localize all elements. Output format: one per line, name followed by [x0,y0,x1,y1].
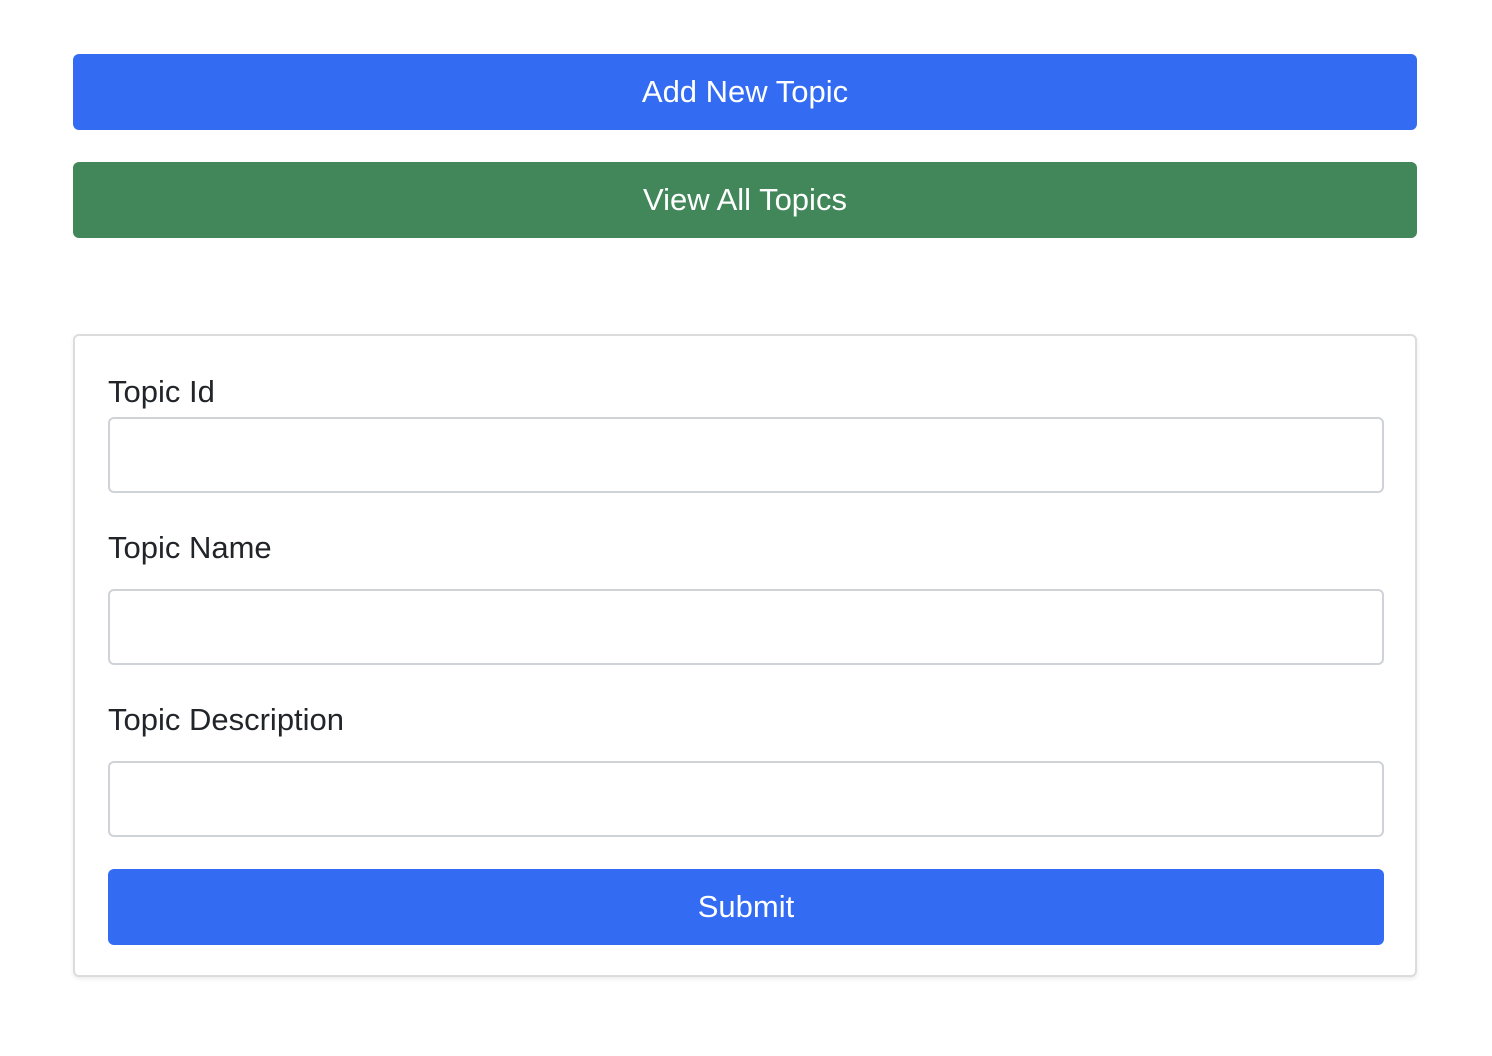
topic-name-label: Topic Name [108,530,272,565]
topic-description-label: Topic Description [108,702,345,737]
topic-name-input[interactable] [108,589,1384,665]
topic-id-label: Topic Id [108,374,215,409]
topic-form-card: Topic Id Topic Name Topic Description Su… [73,334,1417,977]
view-all-topics-button[interactable]: View All Topics [73,162,1417,238]
submit-button[interactable]: Submit [108,869,1384,945]
topic-description-input[interactable] [108,761,1384,837]
add-new-topic-button[interactable]: Add New Topic [73,54,1417,130]
topic-id-input[interactable] [108,417,1384,493]
